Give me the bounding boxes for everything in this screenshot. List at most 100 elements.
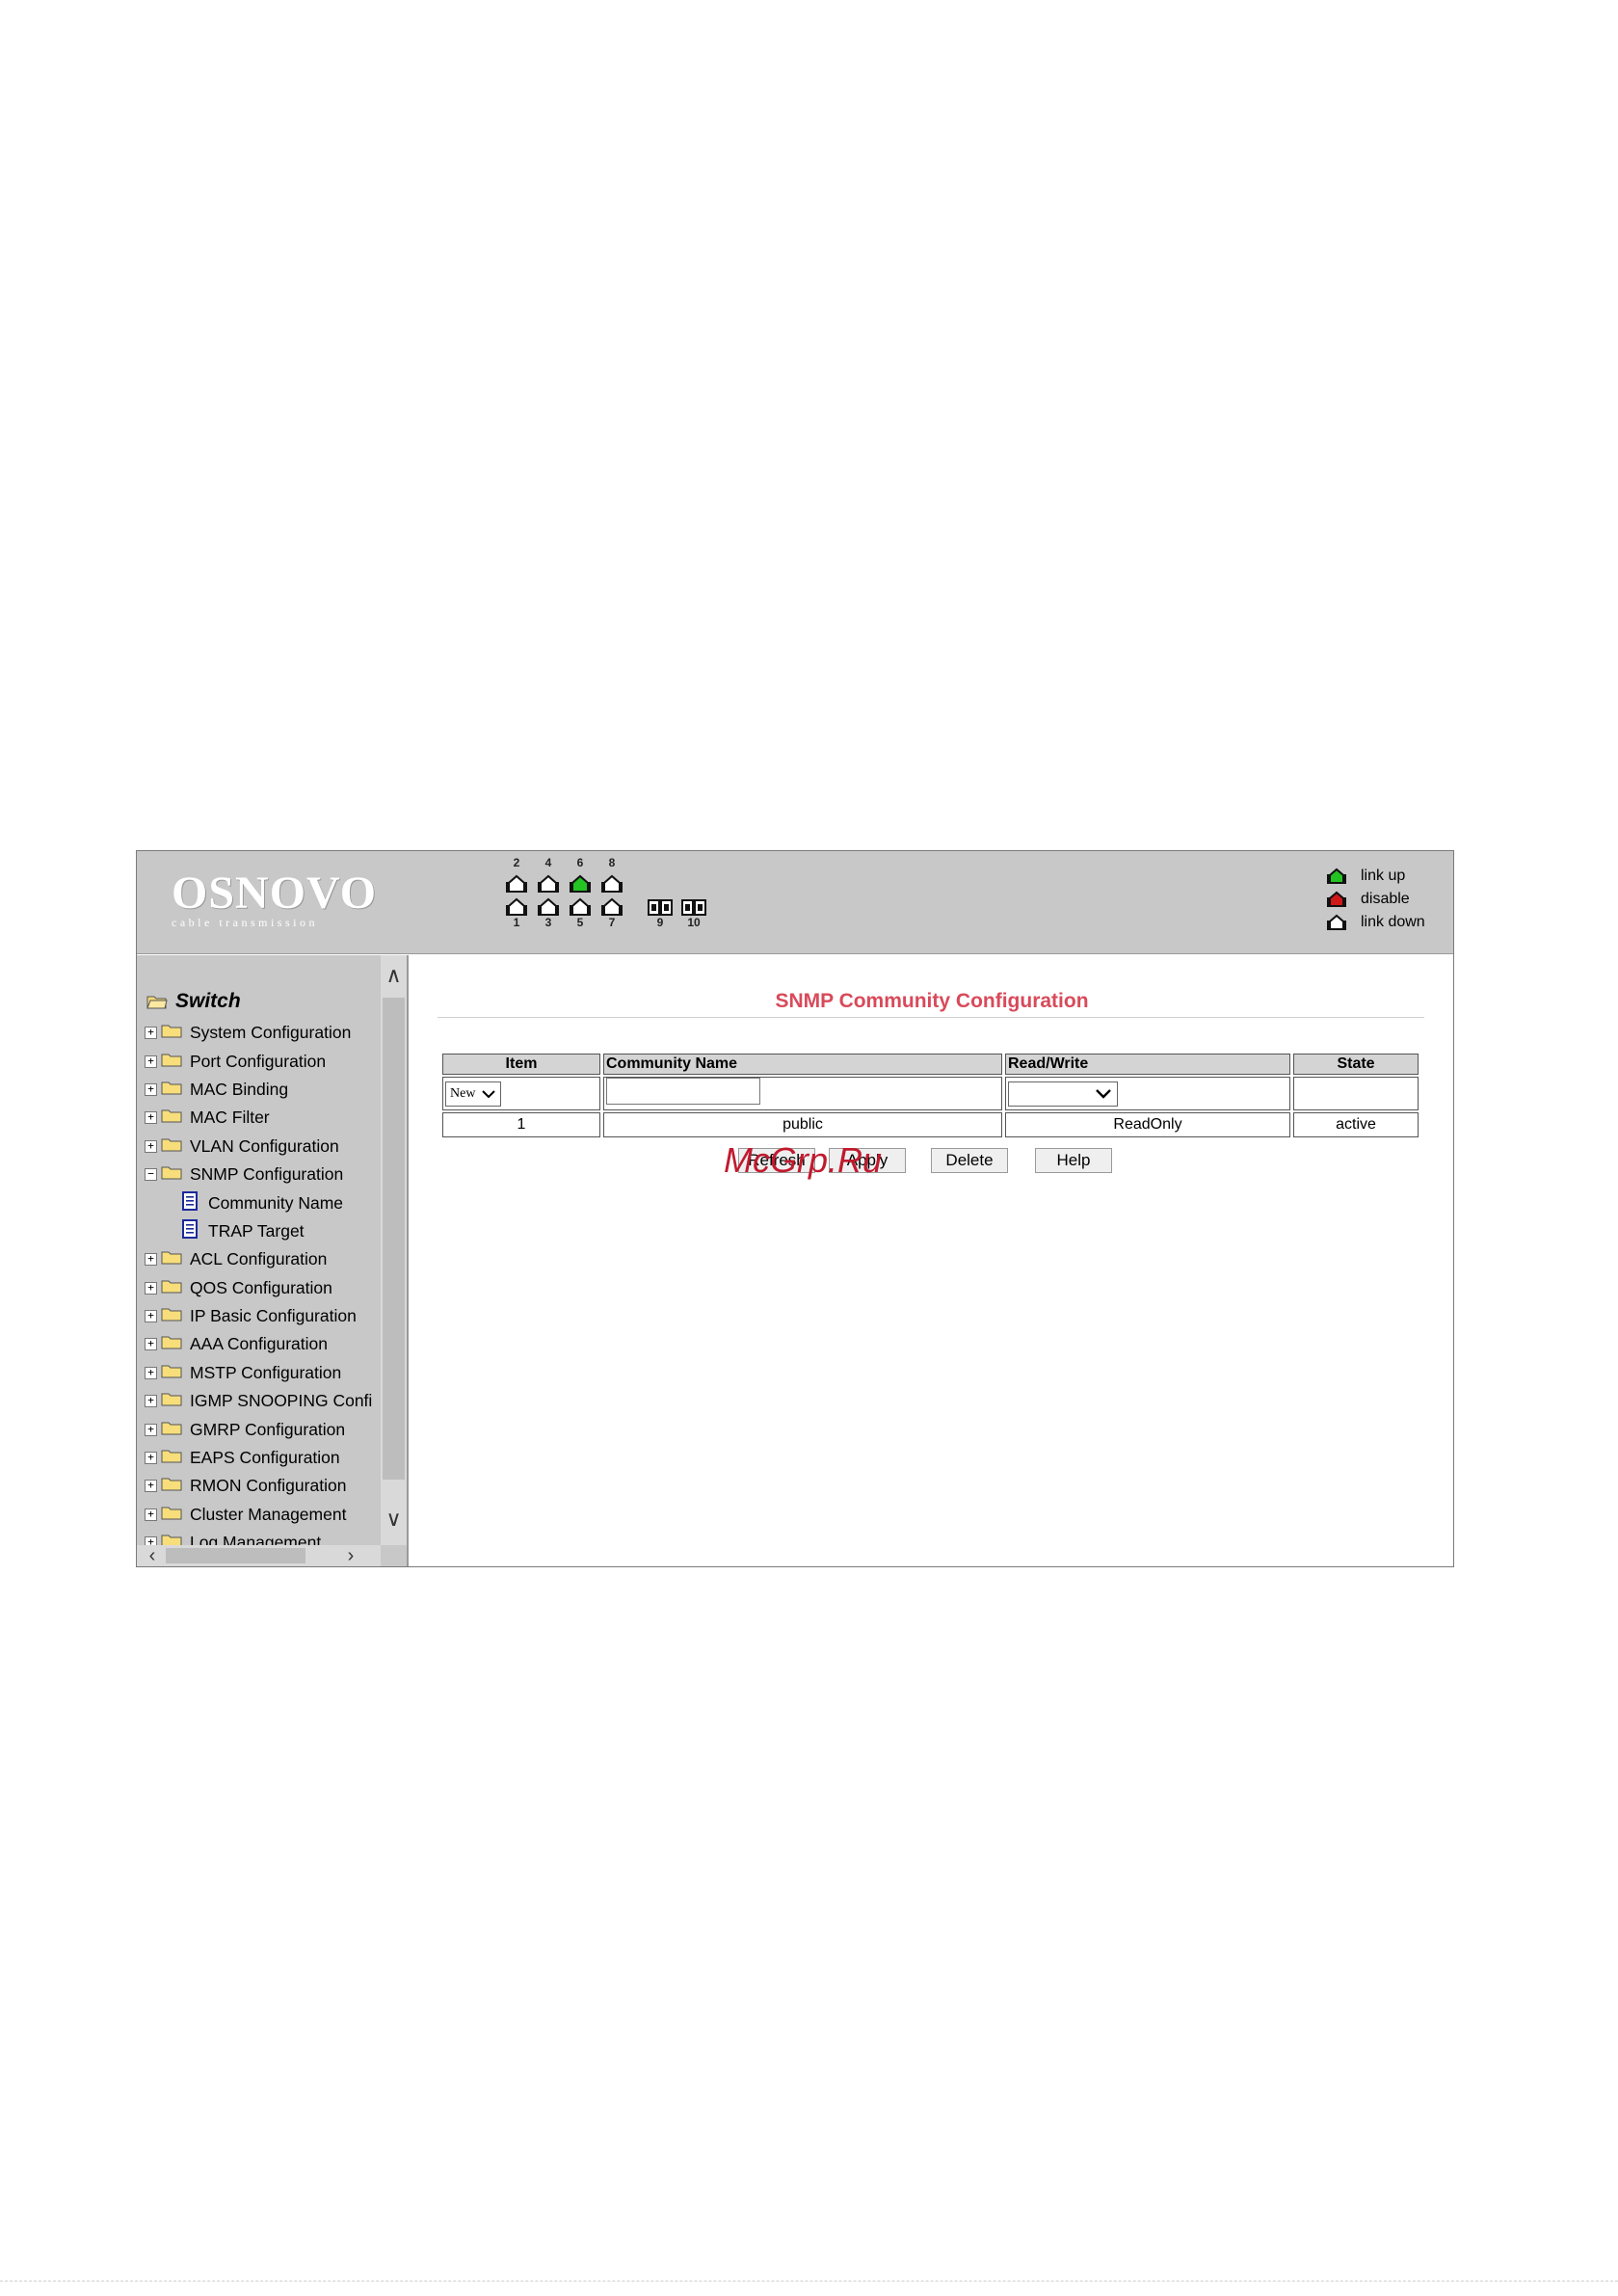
fiber-port-icon[interactable] <box>648 897 673 917</box>
horizontal-scrollbar[interactable]: ‹ › <box>137 1545 381 1566</box>
table-row[interactable]: 1 public ReadOnly active <box>442 1112 1419 1137</box>
port-link-down-icon <box>1327 914 1346 930</box>
expand-icon[interactable]: + <box>145 1395 157 1408</box>
ethernet-port-icon[interactable] <box>505 897 528 917</box>
community-name-cell: public <box>603 1112 1002 1137</box>
ethernet-port-icon[interactable] <box>600 897 623 917</box>
tree-folder-item[interactable]: − SNMP Configuration <box>145 1161 372 1188</box>
scroll-up-icon[interactable]: ∧ <box>381 961 407 990</box>
tree-folder-item[interactable]: + VLAN Configuration <box>145 1133 372 1161</box>
tree-item-label: QOS Configuration <box>190 1277 332 1297</box>
port-number: 8 <box>608 856 616 869</box>
expand-icon[interactable]: + <box>145 1452 157 1465</box>
expand-icon[interactable]: + <box>145 1338 157 1351</box>
expand-icon[interactable]: + <box>145 1027 157 1040</box>
tree-leaf-item[interactable]: TRAP Target <box>145 1217 372 1245</box>
folder-icon <box>161 1476 190 1496</box>
column-header: Item <box>442 1054 600 1075</box>
legend-link-down: link down <box>1326 911 1425 934</box>
expand-icon[interactable]: + <box>145 1139 157 1153</box>
tree-item-label: Community Name <box>208 1192 344 1213</box>
switch-web-ui: OSNOVO cable transmission 2 4 6 8 1 3 5 7 9 10 li… <box>136 850 1454 1567</box>
folder-icon <box>161 1448 190 1468</box>
expand-icon[interactable]: + <box>145 1082 157 1096</box>
folder-icon <box>161 1391 190 1411</box>
expand-icon[interactable]: + <box>145 1281 157 1295</box>
page-title: SNMP Community Configuration <box>775 990 1089 1012</box>
legend-label: link down <box>1361 914 1425 930</box>
port-number: 10 <box>687 916 701 929</box>
fiber-port-icon[interactable] <box>681 897 706 917</box>
tree-folder-item[interactable]: + MAC Binding <box>145 1076 372 1104</box>
watermark: McGrp.Ru <box>724 1140 883 1180</box>
port-number: 7 <box>608 916 616 929</box>
expand-icon[interactable]: + <box>145 1480 157 1493</box>
port-link-up-icon <box>1327 868 1346 884</box>
tree-folder-item[interactable]: + AAA Configuration <box>145 1330 372 1358</box>
expand-icon[interactable]: + <box>145 1508 157 1521</box>
document-icon <box>181 1218 208 1243</box>
folder-icon <box>161 1420 190 1440</box>
column-header: Community Name <box>603 1054 1002 1075</box>
expand-icon[interactable]: + <box>145 1055 157 1068</box>
port-number: 6 <box>576 856 584 869</box>
tree-folder-item[interactable]: + System Configuration <box>145 1019 372 1047</box>
tree-root-switch[interactable]: Switch <box>146 990 241 1013</box>
port-number: 4 <box>544 856 552 869</box>
tree-folder-item[interactable]: + QOS Configuration <box>145 1274 372 1302</box>
expand-icon[interactable]: + <box>145 1310 157 1323</box>
tree-folder-item[interactable]: + Cluster Management <box>145 1501 372 1529</box>
tree-folder-item[interactable]: + Port Configuration <box>145 1047 372 1075</box>
item-select[interactable]: New <box>445 1081 501 1107</box>
tree-folder-item[interactable]: + RMON Configuration <box>145 1472 372 1500</box>
ethernet-port-icon[interactable] <box>569 874 592 894</box>
tree-folder-item[interactable]: + GMRP Configuration <box>145 1415 372 1443</box>
tree-folder-item[interactable]: + MAC Filter <box>145 1104 372 1132</box>
tree-item-label: ACL Configuration <box>190 1249 328 1269</box>
ethernet-port-icon[interactable] <box>537 874 560 894</box>
tree-item-label: SNMP Configuration <box>190 1164 344 1185</box>
help-button[interactable]: Help <box>1035 1148 1112 1173</box>
read-write-cell: ReadOnly <box>1005 1112 1290 1137</box>
tree-folder-item[interactable]: + IP Basic Configuration <box>145 1302 372 1330</box>
port-legend: link up disable link down <box>1326 865 1425 934</box>
scroll-left-icon[interactable]: ‹ <box>141 1545 164 1566</box>
folder-icon <box>161 1108 190 1128</box>
collapse-icon[interactable]: − <box>145 1168 157 1182</box>
scrollbar-thumb[interactable] <box>383 998 405 1480</box>
tree-folder-item[interactable]: + EAPS Configuration <box>145 1444 372 1472</box>
new-entry-row: New <box>442 1077 1419 1110</box>
expand-icon[interactable]: + <box>145 1111 157 1125</box>
folder-icon <box>161 1023 190 1043</box>
ethernet-port-icon[interactable] <box>537 897 560 917</box>
tree-root-label: Switch <box>175 990 241 1012</box>
navigation-tree: Switch + System Configuration + Port Config… <box>137 955 409 1566</box>
vertical-scrollbar[interactable]: ∧ ∨ <box>381 955 407 1545</box>
ethernet-port-icon[interactable] <box>569 897 592 917</box>
tree-item-label: GMRP Configuration <box>190 1419 346 1439</box>
folder-icon <box>161 1278 190 1298</box>
tree-leaf-item[interactable]: Community Name <box>145 1188 372 1216</box>
folder-icon <box>161 1505 190 1525</box>
tree-folder-item[interactable]: + MSTP Configuration <box>145 1359 372 1387</box>
read-write-select[interactable] <box>1008 1081 1118 1107</box>
scroll-down-icon[interactable]: ∨ <box>381 1505 407 1534</box>
folder-icon <box>161 1363 190 1383</box>
column-header: State <box>1293 1054 1419 1075</box>
osnovo-logo: OSNOVO cable transmission <box>172 870 376 930</box>
delete-button[interactable]: Delete <box>931 1148 1008 1173</box>
tree-folder-item[interactable]: + IGMP SNOOPING Confi <box>145 1387 372 1415</box>
scroll-right-icon[interactable]: › <box>339 1545 362 1566</box>
community-name-input[interactable] <box>606 1078 760 1105</box>
item-cell: New <box>442 1077 600 1110</box>
scrollbar-thumb[interactable] <box>166 1548 305 1563</box>
ethernet-port-icon[interactable] <box>600 874 623 894</box>
ethernet-port-icon[interactable] <box>505 874 528 894</box>
state-cell: active <box>1293 1112 1419 1137</box>
expand-icon[interactable]: + <box>145 1366 157 1379</box>
tree-folder-item[interactable]: + ACL Configuration <box>145 1245 372 1273</box>
legend-disable: disable <box>1326 888 1425 911</box>
expand-icon[interactable]: + <box>145 1253 157 1267</box>
community-table: Item Community Name Read/Write State New <box>439 1052 1421 1139</box>
expand-icon[interactable]: + <box>145 1423 157 1436</box>
